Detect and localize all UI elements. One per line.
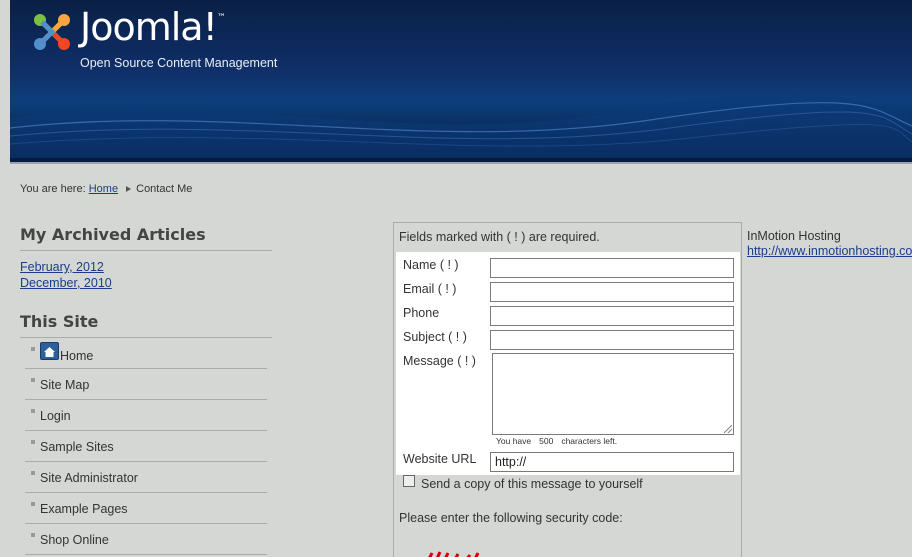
brand-name: Joomla!™ — [80, 5, 226, 49]
contact-form: Name ( ! ) Email ( ! ) Phone Subject ( !… — [396, 252, 740, 475]
archived-articles-title: My Archived Articles — [20, 225, 272, 251]
bullet-icon — [31, 471, 35, 475]
required-fields-note: Fields marked with ( ! ) are required. — [399, 230, 600, 244]
bullet-icon — [31, 409, 35, 413]
menu-item-sample-sites[interactable]: Sample Sites — [25, 431, 267, 462]
archive-link[interactable]: December, 2010 — [20, 275, 272, 291]
archive-link[interactable]: February, 2012 — [20, 259, 272, 275]
sponsor-name: InMotion Hosting — [747, 229, 841, 243]
this-site-title: This Site — [20, 312, 272, 338]
breadcrumb-current: Contact Me — [136, 183, 193, 195]
left-sidebar: My Archived Articles February, 2012 Dece… — [20, 225, 272, 555]
message-label: Message ( ! ) — [403, 354, 476, 368]
site-tagline: Open Source Content Management — [80, 56, 278, 70]
phone-field[interactable] — [490, 306, 734, 326]
send-copy-checkbox[interactable] — [403, 475, 415, 487]
menu-item-label: Site Map — [40, 378, 90, 392]
breadcrumb: You are here: Home Contact Me — [20, 183, 192, 195]
security-code-label: Please enter the following security code… — [399, 511, 623, 525]
subject-field[interactable] — [490, 330, 734, 350]
menu-item-label: Example Pages — [40, 502, 128, 516]
bullet-icon — [31, 533, 35, 537]
email-label: Email ( ! ) — [403, 282, 457, 296]
archived-articles-list: February, 2012 December, 2010 — [20, 251, 272, 291]
site-header: Joomla!™ Open Source Content Management — [10, 0, 912, 164]
breadcrumb-prefix: You are here: — [20, 183, 86, 195]
menu-item-label: Shop Online — [40, 533, 109, 547]
subject-label: Subject ( ! ) — [403, 330, 467, 344]
menu-item-label: Sample Sites — [40, 440, 114, 454]
send-copy-label: Send a copy of this message to yourself — [421, 477, 643, 491]
chars-suffix: characters left. — [561, 436, 618, 446]
message-textarea[interactable] — [492, 353, 734, 435]
bullet-icon — [31, 378, 35, 382]
menu-item-site-map[interactable]: Site Map — [25, 369, 267, 400]
name-field[interactable] — [490, 258, 734, 278]
home-icon — [40, 342, 59, 360]
chars-count: 500 — [539, 436, 554, 446]
breadcrumb-arrow-icon — [126, 186, 132, 192]
chars-prefix: You have — [496, 436, 532, 446]
menu-item-shop-online[interactable]: Shop Online — [25, 524, 267, 555]
captcha-image — [428, 551, 480, 557]
contact-form-column: Fields marked with ( ! ) are required. N… — [393, 222, 742, 557]
character-counter: You have 500 characters left. — [492, 436, 621, 446]
resize-grip-icon[interactable] — [724, 425, 732, 433]
joomla-logo-icon[interactable] — [28, 8, 76, 56]
website-url-field[interactable] — [490, 452, 734, 472]
bullet-icon — [31, 347, 35, 351]
website-label: Website URL — [403, 452, 477, 466]
breadcrumb-home-link[interactable]: Home — [89, 183, 118, 195]
menu-item-login[interactable]: Login — [25, 400, 267, 431]
sponsor-link[interactable]: http://www.inmotionhosting.com — [747, 244, 912, 258]
menu-item-label: Site Administrator — [40, 471, 138, 485]
menu-item-example-pages[interactable]: Example Pages — [25, 493, 267, 524]
name-label: Name ( ! ) — [403, 258, 459, 272]
menu-item-site-administrator[interactable]: Site Administrator — [25, 462, 267, 493]
right-sidebar: InMotion Hosting http://www.inmotionhost… — [747, 229, 912, 258]
bullet-icon — [31, 440, 35, 444]
phone-label: Phone — [403, 306, 440, 320]
bullet-icon — [31, 502, 35, 506]
this-site-menu: Home Site Map Login Sample Sites Site Ad… — [25, 338, 267, 555]
email-field[interactable] — [490, 282, 734, 302]
menu-item-label: Home — [60, 349, 94, 363]
menu-item-label: Login — [40, 409, 71, 423]
menu-item-home[interactable]: Home — [25, 338, 267, 369]
header-wave-decoration — [10, 93, 912, 158]
